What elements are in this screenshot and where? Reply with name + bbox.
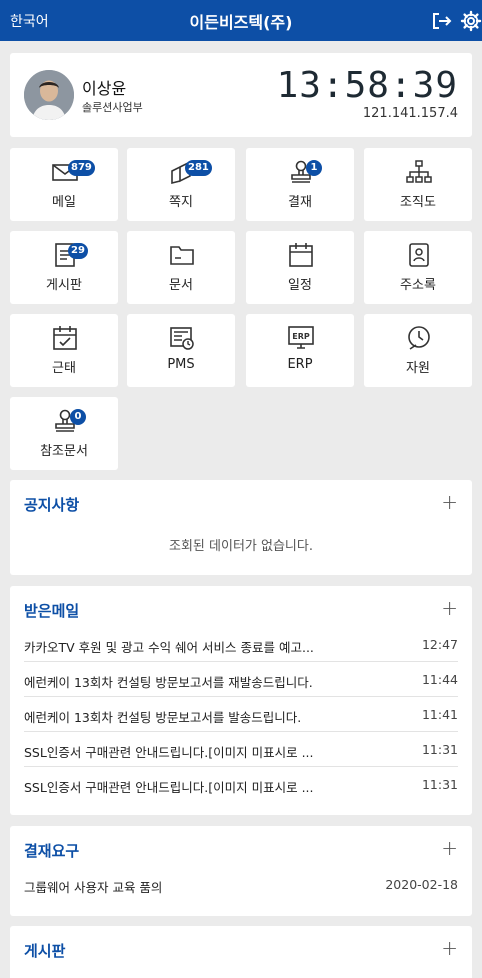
list-item[interactable]: SSL인증서 구매관련 안내드립니다.[이미지 미표시로 ... 11:31 <box>24 767 458 802</box>
profile-card: 이상윤 솔루션사업부 13:58:39 121.141.157.4 <box>10 53 472 137</box>
mail-time: 11:44 <box>421 672 458 687</box>
mail-panel: 받은메일 + 카카오TV 후원 및 광고 수익 쉐어 서비스 종료를 예고...… <box>10 586 472 815</box>
mail-time: 11:41 <box>421 707 458 722</box>
tile-schedule[interactable]: 일정 <box>246 231 354 304</box>
mail-badge: 879 <box>68 160 95 176</box>
mail-subject: 에런케이 13회차 컨설팅 방문보고서를 재발송드립니다. <box>24 675 313 690</box>
tile-attendance[interactable]: 근태 <box>10 314 118 387</box>
tile-label: PMS <box>167 357 195 372</box>
svg-text:ERP: ERP <box>292 332 310 341</box>
digital-clock: 13:58:39 <box>276 65 458 106</box>
tile-erp[interactable]: ERP ERP <box>246 314 354 387</box>
add-approval-button[interactable]: + <box>441 836 458 860</box>
tile-label: 결재 <box>288 195 312 210</box>
tile-label: 참조문서 <box>40 444 88 459</box>
approval-panel: 결재요구 + 그룹웨어 사용자 교육 품의 2020-02-18 <box>10 826 472 916</box>
tile-label: 근태 <box>52 361 76 376</box>
company-title: 이든비즈텍(주) <box>189 13 293 32</box>
tile-label: 주소록 <box>400 278 436 293</box>
list-item[interactable]: SSL인증서 구매관련 안내드립니다.[이미지 미표시로 ... 11:31 <box>24 732 458 767</box>
mail-subject: 에런케이 13회차 컨설팅 방문보고서를 발송드립니다. <box>24 710 302 725</box>
mail-subject: SSL인증서 구매관련 안내드립니다.[이미지 미표시로 ... <box>24 780 314 795</box>
org-chart-icon <box>406 160 432 183</box>
user-department: 솔루션사업부 <box>82 101 143 114</box>
tile-label: 게시판 <box>46 278 82 293</box>
logout-icon[interactable] <box>430 10 452 32</box>
board-panel: 게시판 + <box>10 926 472 978</box>
memo-badge: 281 <box>185 160 212 176</box>
clock-icon <box>408 326 430 350</box>
tile-label: ERP <box>287 357 313 372</box>
mail-time: 11:31 <box>421 777 458 792</box>
tile-pms[interactable]: PMS <box>127 314 235 387</box>
list-item[interactable]: 에런케이 13회차 컨설팅 방문보고서를 발송드립니다. 11:41 <box>24 697 458 732</box>
add-board-button[interactable]: + <box>441 936 458 960</box>
tile-documents[interactable]: 문서 <box>127 231 235 304</box>
tile-label: 일정 <box>288 278 312 293</box>
top-bar: 한국어 이든비즈텍(주) <box>0 0 482 41</box>
calendar-icon <box>289 243 313 267</box>
tile-memo[interactable]: 281 쪽지 <box>127 148 235 221</box>
user-name: 이상윤 <box>82 79 127 98</box>
tile-label: 자원 <box>406 361 430 376</box>
mail-time: 11:31 <box>421 742 458 757</box>
add-notice-button[interactable]: + <box>441 490 458 514</box>
list-item[interactable]: 카카오TV 후원 및 광고 수익 쉐어 서비스 종료를 예고... 12:47 <box>24 627 458 662</box>
pms-icon <box>170 327 194 350</box>
notice-panel: 공지사항 + 조회된 데이터가 없습니다. <box>10 480 472 575</box>
approval-subject: 그룹웨어 사용자 교육 품의 <box>24 880 163 895</box>
calendar-check-icon <box>53 326 77 350</box>
tile-label: 메일 <box>52 195 76 210</box>
list-item[interactable]: 그룹웨어 사용자 교육 품의 2020-02-18 <box>24 867 458 902</box>
tile-resources[interactable]: 자원 <box>364 314 472 387</box>
gear-icon[interactable] <box>460 10 482 32</box>
tile-org-chart[interactable]: 조직도 <box>364 148 472 221</box>
panel-title[interactable]: 받은메일 <box>24 600 79 621</box>
panel-title[interactable]: 공지사항 <box>24 494 79 515</box>
tile-label: 조직도 <box>400 195 436 210</box>
erp-icon: ERP <box>288 326 314 349</box>
tile-label: 쪽지 <box>169 195 193 210</box>
tile-label: 문서 <box>169 278 193 293</box>
tile-mail[interactable]: 879 메일 <box>10 148 118 221</box>
list-item[interactable]: 에런케이 13회차 컨설팅 방문보고서를 재발송드립니다. 11:44 <box>24 662 458 697</box>
tile-approval[interactable]: 1 결재 <box>246 148 354 221</box>
tile-board[interactable]: 29 게시판 <box>10 231 118 304</box>
ip-address: 121.141.157.4 <box>362 106 458 121</box>
add-mail-button[interactable]: + <box>441 596 458 620</box>
mail-subject: SSL인증서 구매관련 안내드립니다.[이미지 미표시로 ... <box>24 745 314 760</box>
folder-icon <box>170 246 194 265</box>
panel-title[interactable]: 게시판 <box>24 940 65 961</box>
approval-badge: 1 <box>306 160 322 176</box>
mail-subject: 카카오TV 후원 및 광고 수익 쉐어 서비스 종료를 예고... <box>24 640 314 655</box>
empty-message: 조회된 데이터가 없습니다. <box>169 539 313 554</box>
mail-time: 12:47 <box>421 637 458 652</box>
tile-address-book[interactable]: 주소록 <box>364 231 472 304</box>
reference-badge: 0 <box>70 409 86 425</box>
board-badge: 29 <box>68 243 88 259</box>
tile-reference-docs[interactable]: 0 참조문서 <box>10 397 118 470</box>
address-book-icon <box>409 243 429 267</box>
approval-date: 2020-02-18 <box>385 877 458 892</box>
panel-title[interactable]: 결재요구 <box>24 840 79 861</box>
avatar <box>24 70 74 120</box>
